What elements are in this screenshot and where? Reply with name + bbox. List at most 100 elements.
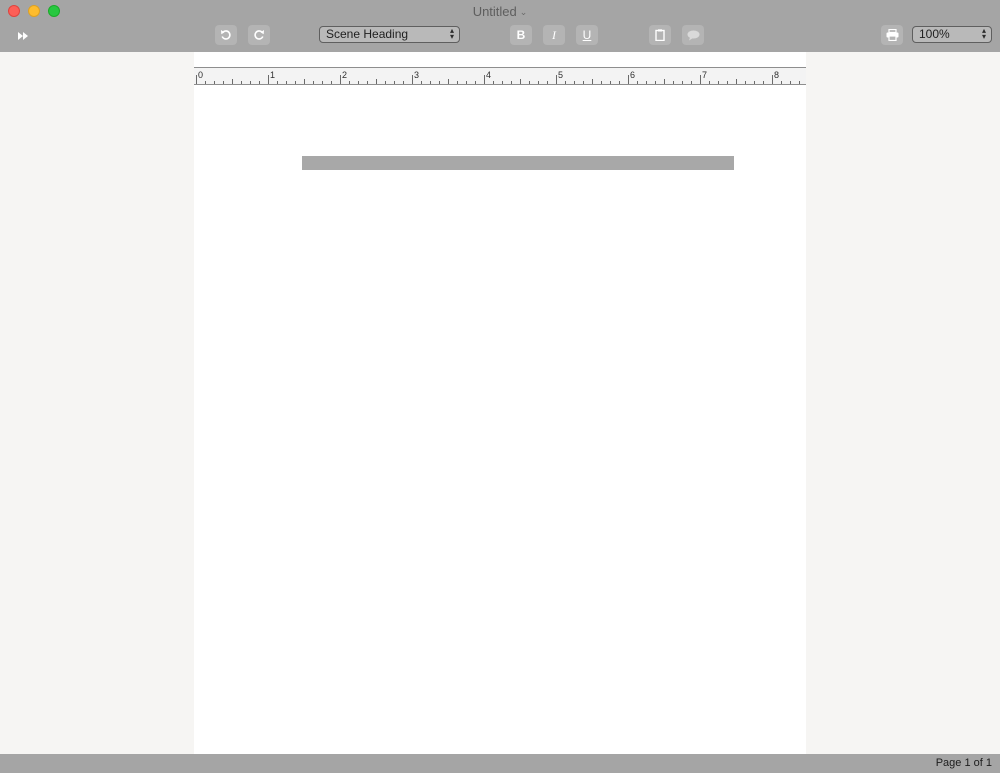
ruler-tick: [628, 75, 629, 84]
ruler-tick: [448, 79, 449, 84]
ruler-label: 0: [198, 70, 204, 80]
comment-icon: [687, 30, 699, 40]
window-title-text: Untitled: [472, 4, 517, 19]
ruler-tick: [556, 75, 557, 84]
ruler-tick: [421, 81, 422, 84]
ruler-tick: [304, 79, 305, 84]
ruler-label: 8: [774, 70, 780, 80]
ruler-tick: [799, 81, 800, 84]
ruler-tick: [664, 79, 665, 84]
ruler-label: 1: [270, 70, 276, 80]
ruler-tick: [745, 81, 746, 84]
ruler-tick: [196, 75, 197, 84]
chevron-down-icon: ⌄: [519, 7, 528, 17]
ruler-tick: [475, 81, 476, 84]
ruler-tick: [754, 81, 755, 84]
ruler-tick: [214, 81, 215, 84]
ruler-tick: [484, 75, 485, 84]
ruler-tick: [700, 75, 701, 84]
ruler-tick: [412, 75, 413, 84]
ruler-tick: [313, 81, 314, 84]
ruler-tick: [547, 81, 548, 84]
ruler-tick: [295, 81, 296, 84]
underline-button[interactable]: U: [576, 25, 598, 45]
ruler-tick: [322, 81, 323, 84]
bold-label: B: [516, 28, 526, 42]
comment-button[interactable]: [682, 25, 704, 45]
ruler-tick: [592, 79, 593, 84]
current-line-highlight[interactable]: [302, 156, 734, 170]
ruler-tick: [718, 81, 719, 84]
zoom-select[interactable]: 100% ▴ ▾: [912, 26, 992, 43]
ruler-tick: [457, 81, 458, 84]
printer-icon: [886, 29, 898, 41]
ruler-tick: [331, 81, 332, 84]
ruler-label: 5: [558, 70, 564, 80]
ruler-tick: [232, 79, 233, 84]
ruler-tick: [709, 81, 710, 84]
redo-button[interactable]: [248, 25, 270, 45]
page-indicator: Page 1 of 1: [935, 757, 992, 769]
ruler-tick: [538, 81, 539, 84]
undo-button[interactable]: [215, 25, 237, 45]
ruler-tick: [385, 81, 386, 84]
ruler-tick: [583, 81, 584, 84]
ruler-tick: [772, 75, 773, 84]
ruler-tick: [466, 81, 467, 84]
document-page[interactable]: 0 1 2 3 4 5 6 7 8: [194, 52, 806, 754]
ruler-tick: [565, 81, 566, 84]
italic-label: I: [552, 27, 556, 42]
print-button[interactable]: [881, 25, 903, 45]
ruler-tick: [682, 81, 683, 84]
ruler-tick: [349, 81, 350, 84]
ruler-label: 2: [342, 70, 348, 80]
ruler-tick: [511, 81, 512, 84]
ruler: 0 1 2 3 4 5 6 7 8: [194, 67, 806, 85]
italic-button[interactable]: I: [543, 25, 565, 45]
ruler-tick: [277, 81, 278, 84]
ruler-tick: [736, 79, 737, 84]
ruler-tick: [493, 81, 494, 84]
ruler-tick: [520, 79, 521, 84]
zoom-value: 100%: [919, 27, 950, 41]
ruler-tick: [358, 81, 359, 84]
ruler-tick: [430, 81, 431, 84]
fast-forward-icon[interactable]: [16, 26, 30, 45]
ruler-label: 4: [486, 70, 492, 80]
ruler-tick: [403, 81, 404, 84]
element-type-value: Scene Heading: [326, 27, 409, 41]
title-bar: Untitled ⌄ Scene Heading ▴ ▾ B I U 100% …: [0, 0, 1000, 52]
ruler-tick: [637, 81, 638, 84]
ruler-tick: [727, 81, 728, 84]
ruler-tick: [502, 81, 503, 84]
ruler-tick: [763, 81, 764, 84]
ruler-tick: [574, 81, 575, 84]
ruler-tick: [376, 79, 377, 84]
ruler-tick: [646, 81, 647, 84]
ruler-label: 6: [630, 70, 636, 80]
ruler-tick: [790, 81, 791, 84]
ruler-tick: [367, 81, 368, 84]
ruler-tick: [205, 81, 206, 84]
ruler-tick: [223, 81, 224, 84]
ruler-tick: [781, 81, 782, 84]
ruler-tick: [655, 81, 656, 84]
element-type-select[interactable]: Scene Heading ▴ ▾: [319, 26, 460, 43]
ruler-tick: [259, 81, 260, 84]
ruler-tick: [340, 75, 341, 84]
ruler-tick: [250, 81, 251, 84]
ruler-label: 3: [414, 70, 420, 80]
bold-button[interactable]: B: [510, 25, 532, 45]
ruler-tick: [268, 75, 269, 84]
ruler-tick: [529, 81, 530, 84]
ruler-tick: [601, 81, 602, 84]
ruler-tick: [619, 81, 620, 84]
ruler-tick: [286, 81, 287, 84]
ruler-label: 7: [702, 70, 708, 80]
notes-button[interactable]: [649, 25, 671, 45]
redo-icon: [254, 30, 264, 40]
window-title[interactable]: Untitled ⌄: [0, 4, 1000, 19]
ruler-tick: [394, 81, 395, 84]
status-bar: Page 1 of 1: [0, 754, 1000, 773]
ruler-tick: [241, 81, 242, 84]
